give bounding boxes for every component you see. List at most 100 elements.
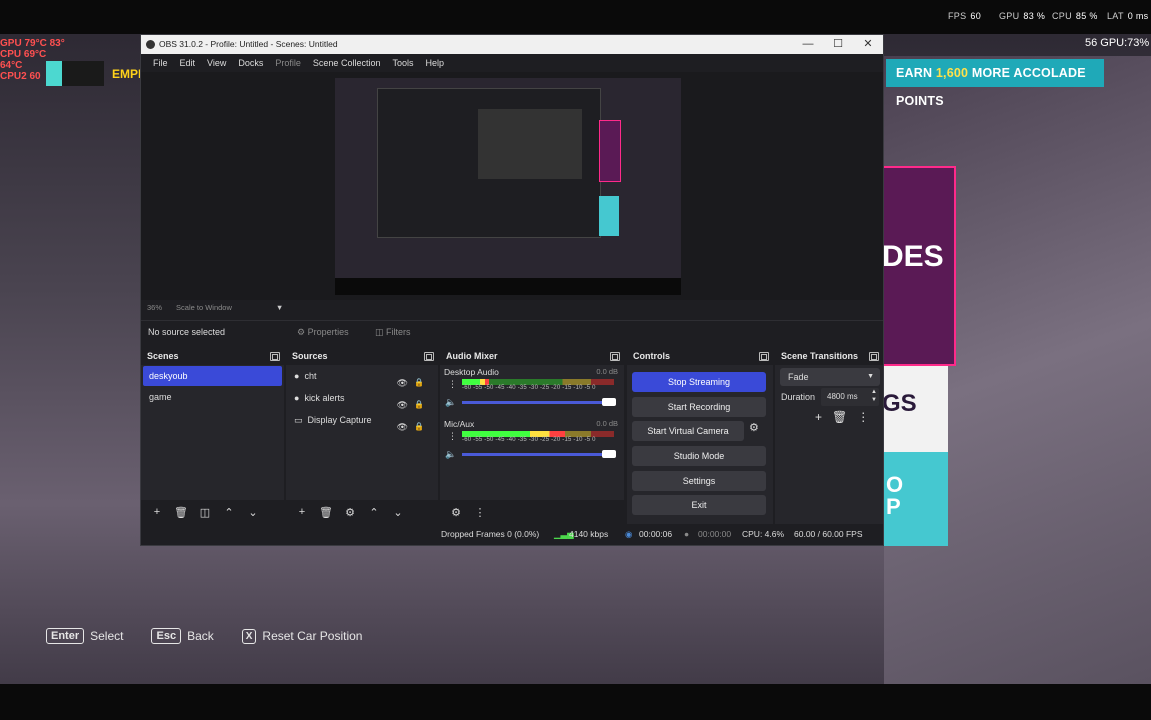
channel-db: 0.0 dB: [596, 367, 618, 376]
controller-hints: Enter Select Esc Back X Reset Car Positi…: [46, 628, 384, 644]
add-icon[interactable]: +: [292, 506, 312, 518]
undock-icon[interactable]: [270, 352, 280, 361]
add-icon[interactable]: +: [815, 410, 822, 424]
filter-icon[interactable]: ◫: [195, 506, 215, 519]
transitions-header: Scene Transitions: [775, 348, 883, 365]
undock-icon[interactable]: [610, 352, 620, 361]
slider-knob[interactable]: [602, 398, 616, 406]
duration-input[interactable]: 4800 ms ▲ ▼: [821, 388, 879, 406]
stat-line: GPU 79°C 83°: [0, 38, 65, 49]
menu-docks[interactable]: Docks: [232, 54, 269, 72]
game-card-teal: O P: [884, 452, 948, 546]
chevron-down-icon[interactable]: ⌄: [388, 506, 408, 519]
source-item[interactable]: ● cht 👁 🔒: [286, 365, 438, 388]
filters-label: Filters: [386, 327, 411, 337]
kebab-menu-icon[interactable]: ⋮: [470, 506, 490, 519]
channel-db: 0.0 dB: [596, 419, 618, 428]
gear-icon[interactable]: ⚙: [446, 506, 466, 519]
meter-scale: -60 -55 -50 -45 -40 -35 -30 -25 -20 -15 …: [462, 385, 596, 391]
cpu-readout: CPU 85 %: [1052, 11, 1098, 21]
sources-title: Sources: [292, 351, 328, 361]
transitions-toolbar: + 🗑 ⋮: [815, 410, 869, 424]
audio-mixer-title: Audio Mixer: [446, 351, 498, 361]
add-icon[interactable]: +: [147, 506, 167, 518]
hint-label-back: Back: [187, 629, 214, 643]
kebab-menu-icon[interactable]: ⋮: [448, 379, 457, 390]
stream-time: 00:00:06: [639, 529, 673, 539]
preview-zoom-bar: 36% Scale to Window ▼: [147, 303, 283, 312]
kebab-menu-icon[interactable]: ⋮: [857, 410, 869, 424]
hint-key-enter[interactable]: Enter: [46, 628, 85, 644]
undock-icon[interactable]: [759, 352, 769, 361]
menu-file[interactable]: File: [147, 54, 174, 72]
eye-icon[interactable]: 👁: [397, 416, 408, 438]
lock-icon[interactable]: 🔒: [414, 416, 424, 438]
volume-slider[interactable]: [462, 398, 616, 406]
channel-name: Mic/Aux: [444, 419, 475, 429]
filters-button[interactable]: ◫ Filters: [369, 324, 417, 340]
menu-help[interactable]: Help: [419, 54, 450, 72]
chevron-up-icon[interactable]: ⌃: [364, 506, 384, 519]
mixer-channel-desktop: Desktop Audio 0.0 dB ⋮ -60 -55 -50 -45 -…: [440, 365, 624, 417]
chevron-down-icon[interactable]: ▼: [276, 303, 283, 312]
trash-icon[interactable]: 🗑: [171, 506, 191, 519]
scenes-dock: Scenes deskyoub game + 🗑 ◫ ⌃ ⌄: [141, 348, 284, 524]
card-pink-text: DES: [882, 240, 944, 273]
sources-toolbar: + 🗑 ⚙ ⌃ ⌄: [286, 500, 438, 524]
scale-mode-select[interactable]: Scale to Window: [176, 303, 232, 312]
status-bar: Dropped Frames 0 (0.0%) ▁▃▅ 4140 kbps ◉ …: [141, 524, 883, 545]
slider-knob[interactable]: [602, 450, 616, 458]
menu-profile[interactable]: Profile: [269, 54, 307, 72]
studio-mode-button[interactable]: Studio Mode: [632, 446, 766, 466]
audio-mixer-header: Audio Mixer: [440, 348, 624, 365]
obs-app-icon: [146, 40, 155, 49]
hint-key-esc[interactable]: Esc: [151, 628, 182, 644]
speaker-icon[interactable]: 🔈: [445, 397, 456, 408]
start-recording-button[interactable]: Start Recording: [632, 397, 766, 417]
transition-select[interactable]: Fade ▼: [780, 368, 880, 386]
nested-game-card-pink: [599, 120, 621, 182]
scene-item[interactable]: deskyoub: [143, 366, 282, 386]
exit-button[interactable]: Exit: [632, 495, 766, 515]
trash-icon[interactable]: 🗑: [832, 410, 847, 424]
hint-label-select: Select: [90, 629, 124, 643]
menu-edit[interactable]: Edit: [174, 54, 202, 72]
menu-bar: File Edit View Docks Profile Scene Colle…: [141, 54, 883, 72]
hint-key-x[interactable]: X: [241, 628, 257, 644]
monitor-icon: ▭: [294, 415, 303, 425]
chevron-down-icon[interactable]: ⌄: [243, 506, 263, 519]
preview-area[interactable]: [141, 72, 883, 300]
menu-tools[interactable]: Tools: [386, 54, 419, 72]
volume-slider[interactable]: [462, 450, 616, 458]
properties-button[interactable]: ⚙ Properties: [291, 324, 355, 340]
preview-canvas[interactable]: [335, 78, 681, 295]
cpu-value: 85 %: [1075, 11, 1098, 21]
nested-preview-screen: [478, 109, 582, 179]
minimize-icon[interactable]: —: [793, 35, 823, 54]
maximize-icon[interactable]: ☐: [823, 35, 853, 54]
start-virtual-camera-button[interactable]: Start Virtual Camera: [632, 421, 744, 441]
undock-icon[interactable]: [424, 352, 434, 361]
meter-scale: -60 -55 -50 -45 -40 -35 -30 -25 -20 -15 …: [462, 437, 596, 443]
accolade-banner: EARN 1,600 MORE ACCOLADE POINTS: [886, 59, 1104, 108]
sources-dock: Sources ● cht 👁 🔒 ● kick alerts 👁 🔒 ▭ Display C…: [286, 348, 438, 524]
menu-view[interactable]: View: [201, 54, 232, 72]
scene-item[interactable]: game: [143, 387, 282, 407]
properties-label: Properties: [307, 327, 349, 337]
kebab-menu-icon[interactable]: ⋮: [448, 431, 457, 442]
source-item[interactable]: ● kick alerts 👁 🔒: [286, 387, 438, 410]
obs-titlebar[interactable]: OBS 31.0.2 - Profile: Untitled - Scenes:…: [141, 35, 883, 54]
gear-icon[interactable]: ⚙: [749, 421, 759, 434]
menu-scene-collection[interactable]: Scene Collection: [307, 54, 387, 72]
speaker-icon[interactable]: 🔈: [445, 449, 456, 460]
scenes-toolbar: + 🗑 ◫ ⌃ ⌄: [141, 500, 284, 524]
spinner-icon[interactable]: ▲ ▼: [871, 388, 877, 404]
stop-streaming-button[interactable]: Stop Streaming: [632, 372, 766, 392]
gear-icon[interactable]: ⚙: [340, 506, 360, 519]
settings-button[interactable]: Settings: [632, 471, 766, 491]
undock-icon[interactable]: [869, 352, 879, 361]
chevron-up-icon[interactable]: ⌃: [219, 506, 239, 519]
close-icon[interactable]: ✕: [853, 35, 883, 54]
trash-icon[interactable]: 🗑: [316, 506, 336, 519]
source-item[interactable]: ▭ Display Capture 👁 🔒: [286, 409, 438, 432]
